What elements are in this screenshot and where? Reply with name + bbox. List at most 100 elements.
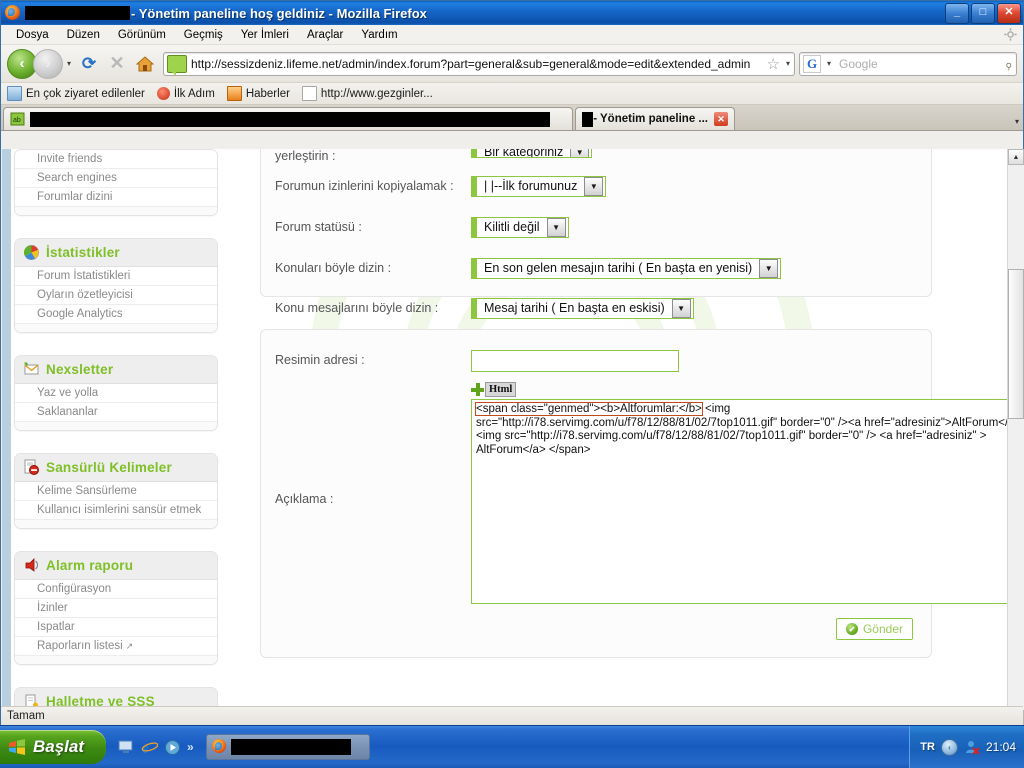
form-row-izinleri-kopiyalamak: Forumun izinlerini kopiyalamak : | |--İl… xyxy=(261,164,931,199)
html-toggle-chip[interactable]: Html xyxy=(471,382,517,397)
sidebar-block-header: Nexsletter xyxy=(15,356,217,384)
google-icon[interactable]: G xyxy=(803,54,821,73)
sidebar-item-kullanici-isimleri-sansur[interactable]: Kullanıcı isimlerini sansür etmek xyxy=(15,501,217,520)
search-bar[interactable]: G ▾ Google ⌕ xyxy=(799,51,1017,76)
redacted-task-title xyxy=(230,739,351,755)
chevron-down-icon[interactable]: ▼ xyxy=(584,177,604,196)
tab-close-icon[interactable]: ✕ xyxy=(714,112,728,126)
submit-button-panel2[interactable]: ✔ Gönder xyxy=(835,618,913,640)
media-player-icon[interactable] xyxy=(164,739,181,756)
forward-button[interactable]: › xyxy=(33,48,63,79)
stop-button[interactable]: ✕ xyxy=(103,50,131,78)
search-engine-chevron-icon[interactable]: ▾ xyxy=(823,59,835,68)
select-izin-kopyalama[interactable]: | |--İlk forumunuz ▼ xyxy=(471,176,607,197)
bookmark-label: En çok ziyaret edilenler xyxy=(26,87,145,100)
network-user-icon[interactable] xyxy=(964,739,980,755)
search-input[interactable]: Google xyxy=(835,57,1004,71)
description-textarea[interactable]: <span class="genmed"><b>Altforumlar:</b>… xyxy=(471,399,1024,604)
sidebar-item-label: Raporların listesi xyxy=(37,640,123,652)
sidebar-item-kelime-sansurleme[interactable]: Kelime Sansürleme xyxy=(15,482,217,501)
sidebar-item-configurasyon[interactable]: Configürasyon xyxy=(15,580,217,599)
url-dropdown-icon[interactable]: ▾ xyxy=(782,59,794,68)
bookmark-gezginler[interactable]: http://www.gezginler... xyxy=(301,86,433,101)
url-bar[interactable]: http://sessizdeniz.lifeme.net/admin/inde… xyxy=(163,51,795,76)
select-konu-mesajlari-dizin[interactable]: Mesaj tarihi ( En başta en eskisi) ▼ xyxy=(471,298,694,319)
sidebar-item-search-engines[interactable]: Search engines xyxy=(15,169,217,188)
bookmark-label: Haberler xyxy=(245,87,290,100)
reload-button[interactable]: ⟳ xyxy=(75,50,103,78)
tray-expand-icon[interactable]: ‹ xyxy=(940,738,958,756)
sidebar-item-izinler[interactable]: İzinler xyxy=(15,599,217,618)
menu-item-yardim[interactable]: Yardım xyxy=(352,27,406,43)
sidebar-item-forum-istatistikleri[interactable]: Forum İstatistikleri xyxy=(15,267,217,286)
sidebar-block-title: İstatistikler xyxy=(46,245,120,260)
menu-item-gecmis[interactable]: Geçmiş xyxy=(175,27,232,43)
bookmark-most-visited[interactable]: En çok ziyaret edilenler xyxy=(7,86,145,101)
back-forward-group: ‹ › ▾ xyxy=(7,48,75,79)
sidebar-item-google-analytics[interactable]: Google Analytics xyxy=(15,305,217,324)
menu-item-gorunum[interactable]: Görünüm xyxy=(109,27,175,43)
selected-text: <span class="genmed"><b>Altforumlar:</b> xyxy=(475,402,703,416)
image-url-input[interactable] xyxy=(471,350,679,372)
bookmark-label: http://www.gezginler... xyxy=(320,87,433,100)
window-title: - Yönetim paneline hoş geldiniz - Mozill… xyxy=(131,5,427,21)
no-entry-icon xyxy=(23,459,40,476)
panel2-submit-row: ✔ Gönder xyxy=(261,604,931,640)
scrollbar-thumb[interactable] xyxy=(1008,269,1024,419)
tab-yonetim-paneli[interactable]: - Yönetim paneline ... ✕ xyxy=(575,107,735,130)
maximize-button[interactable]: □ xyxy=(971,3,995,24)
bookmark-haberler[interactable]: Haberler xyxy=(226,86,290,101)
select-konulari-dizin[interactable]: En son gelen mesajın tarihi ( En başta e… xyxy=(471,258,782,279)
show-desktop-icon[interactable] xyxy=(118,739,135,756)
language-indicator[interactable]: TR xyxy=(920,741,935,753)
menu-item-yer-imleri[interactable]: Yer İmleri xyxy=(232,27,298,43)
window-controls: _ □ ✕ xyxy=(945,3,1021,24)
site-identity-icon[interactable] xyxy=(167,54,187,76)
form-row-forum-statusu: Forum statüsü : Kilitli değil ▼ xyxy=(261,199,931,240)
tab-list-chevron-icon[interactable]: ▾ xyxy=(1015,117,1019,126)
chevron-down-icon[interactable]: ▼ xyxy=(759,259,779,278)
quicklaunch-overflow-icon[interactable]: » xyxy=(187,740,194,754)
menu-item-duzen[interactable]: Düzen xyxy=(58,27,109,43)
page-scrollbar[interactable]: ▲ ▼ xyxy=(1007,149,1024,726)
sidebar-item-invite-friends[interactable]: Invite friends xyxy=(15,150,217,169)
tab-strip: ab - Yönetim paneline ... ✕ ▾ xyxy=(1,105,1023,131)
svg-text:ab: ab xyxy=(13,117,21,124)
chevron-down-icon[interactable]: ▼ xyxy=(546,218,566,237)
chevron-down-icon[interactable]: ▼ xyxy=(570,149,590,157)
internet-explorer-icon[interactable]: e xyxy=(141,739,159,757)
scroll-up-button[interactable]: ▲ xyxy=(1008,149,1024,165)
menu-item-araclar[interactable]: Araçlar xyxy=(298,27,352,43)
home-button[interactable] xyxy=(131,50,159,78)
sidebar-item-yaz-ve-yolla[interactable]: Yaz ve yolla xyxy=(15,384,217,403)
minimize-button[interactable]: _ xyxy=(945,3,969,24)
tab-label: - Yönetim paneline ... xyxy=(593,113,708,125)
start-button[interactable]: Başlat xyxy=(0,730,107,764)
url-text: http://sessizdeniz.lifeme.net/admin/inde… xyxy=(191,56,751,71)
menu-item-dosya[interactable]: Dosya xyxy=(7,27,58,43)
field-control: | |--İlk forumunuz ▼ xyxy=(471,176,917,199)
close-button[interactable]: ✕ xyxy=(997,3,1021,24)
select-yerlestirin[interactable]: Bir kategoriniz ▼ xyxy=(471,149,593,158)
form-row-resimin-adresi: Resimin adresi : xyxy=(261,330,931,372)
sidebar-item-ispatlar[interactable]: Ispatlar xyxy=(15,618,217,637)
field-control: Bir kategoriniz ▼ xyxy=(471,149,917,161)
menu-bar: Dosya Düzen Görünüm Geçmiş Yer İmleri Ar… xyxy=(1,25,1023,45)
sidebar-item-forumlar-dizini[interactable]: Forumlar dizini xyxy=(15,188,217,207)
gear-icon[interactable] xyxy=(1004,28,1017,41)
bookmark-star-icon[interactable]: ☆ xyxy=(765,55,782,73)
tray-clock[interactable]: 21:04 xyxy=(986,740,1016,754)
select-value: | |--İlk forumunuz xyxy=(484,179,578,193)
sidebar-item-raporlarin-listesi[interactable]: Raporların listesi ↗ xyxy=(15,637,217,656)
sidebar-item-saklananlar[interactable]: Saklananlar xyxy=(15,403,217,422)
chevron-down-icon[interactable]: ▾ xyxy=(63,59,75,68)
bookmark-ilk-adim[interactable]: İlk Adım xyxy=(156,87,215,100)
tab-redacted[interactable]: ab xyxy=(3,107,573,130)
sidebar-block-partial: Invite friends Search engines Forumlar d… xyxy=(14,149,218,216)
chevron-down-icon[interactable]: ▼ xyxy=(671,299,691,318)
select-forum-statusu[interactable]: Kilitli değil ▼ xyxy=(471,217,569,238)
taskbar-item-firefox[interactable] xyxy=(205,734,370,760)
sidebar-item-oylarin-ozetleyicisi[interactable]: Oyların özetleyicisi xyxy=(15,286,217,305)
submit-label: Gönder xyxy=(862,622,903,636)
field-control: Mesaj tarihi ( En başta en eskisi) ▼ xyxy=(471,298,917,321)
